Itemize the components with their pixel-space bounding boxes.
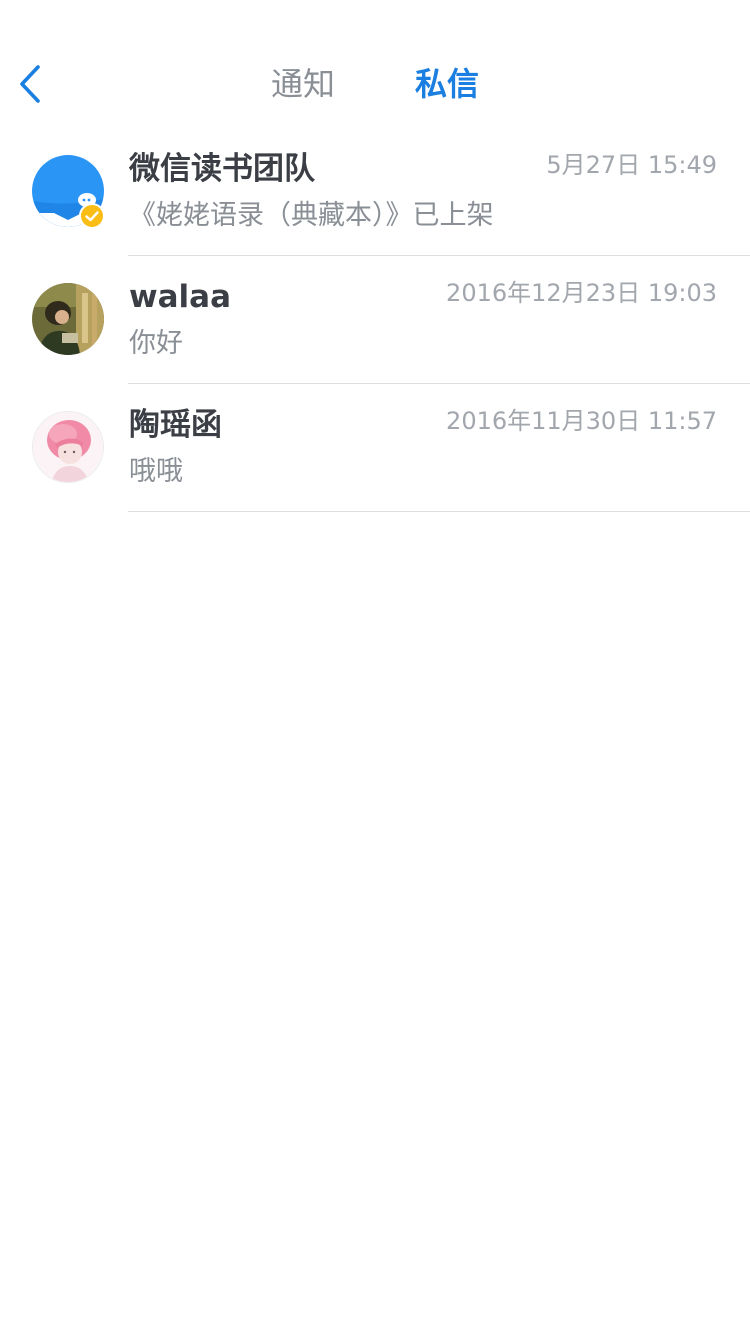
conversation-row[interactable]: 陶瑶函 2016年11月30日 11:57 哦哦	[0, 384, 750, 512]
user-avatar	[32, 283, 104, 355]
sender-name: 陶瑶函	[129, 407, 222, 443]
message-preview: 你好	[129, 328, 183, 359]
top-nav-bar: 通知 私信	[0, 0, 750, 130]
message-timestamp: 2016年11月30日 11:57	[446, 407, 717, 435]
user-avatar	[32, 411, 104, 483]
conversation-list: 微信读书团队 5月27日 15:49 《姥姥语录（典藏本）》已上架 walaa …	[0, 128, 750, 512]
conversation-row[interactable]: walaa 2016年12月23日 19:03 你好	[0, 256, 750, 384]
conversation-row[interactable]: 微信读书团队 5月27日 15:49 《姥姥语录（典藏本）》已上架	[0, 128, 750, 256]
message-timestamp: 5月27日 15:49	[546, 151, 717, 179]
segment-tabs: 通知 私信	[0, 62, 750, 106]
sender-name: walaa	[129, 279, 232, 315]
tab-private-messages[interactable]: 私信	[415, 62, 479, 106]
verified-badge-icon	[79, 203, 105, 229]
message-timestamp: 2016年12月23日 19:03	[446, 279, 717, 307]
message-preview: 《姥姥语录（典藏本）》已上架	[129, 200, 494, 231]
sender-name: 微信读书团队	[129, 151, 315, 187]
message-preview: 哦哦	[129, 456, 183, 487]
row-divider	[128, 511, 750, 512]
messages-page: 通知 私信 微信读书团队 5月27日 15:49 《姥姥语录（典藏本）》已上架 …	[0, 0, 750, 1334]
tab-notifications[interactable]: 通知	[271, 62, 335, 106]
